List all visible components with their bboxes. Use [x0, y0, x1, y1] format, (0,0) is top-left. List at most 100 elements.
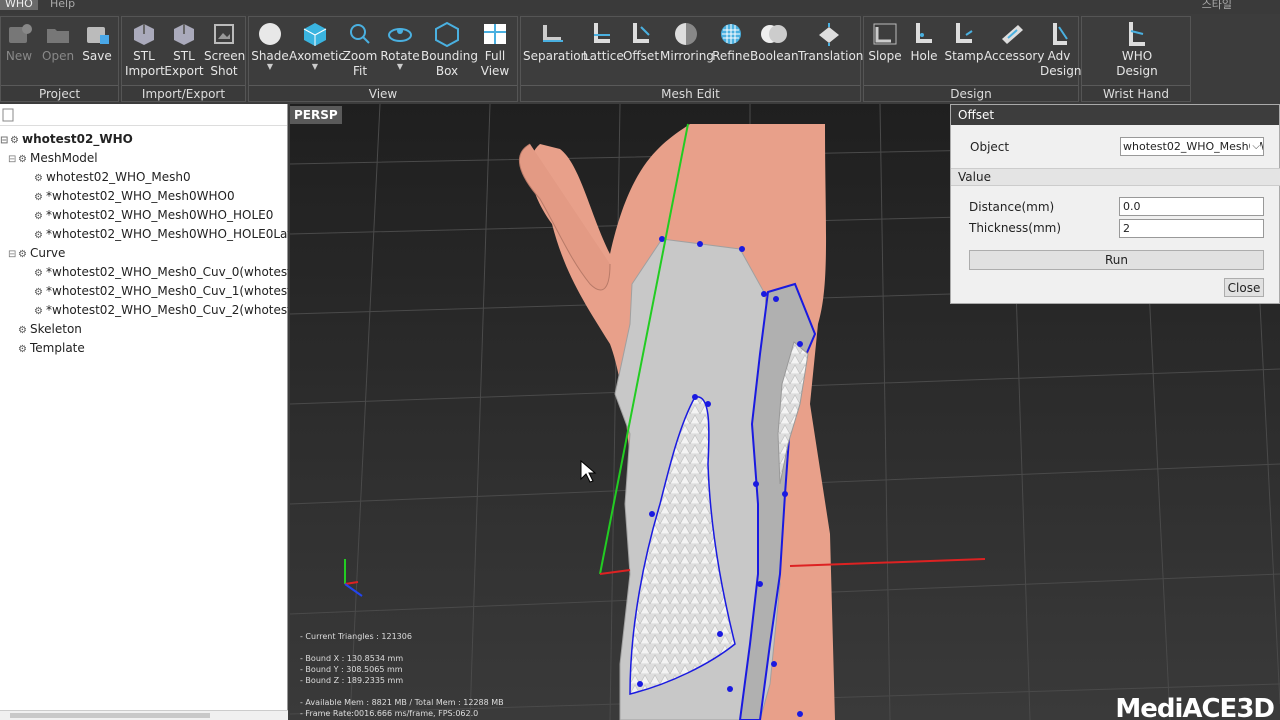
offset-dialog-title: Offset	[951, 105, 1279, 125]
view-tab-persp[interactable]: PERSP	[290, 106, 342, 124]
chevron-down-icon: ▼	[266, 62, 274, 71]
tree-toggle-icon[interactable]: ⊟	[8, 150, 18, 168]
tree-node-curve-item[interactable]: ⚙ *whotest02_WHO_Mesh0_Cuv_0(whotest02	[0, 263, 288, 282]
open-folder-icon	[47, 29, 69, 43]
stat-memory: - Available Mem : 8821 MB / Total Mem : …	[300, 698, 504, 707]
ribbon-toolbar: New Open Save Project STL Import STL Exp…	[0, 14, 1280, 117]
horizontal-scrollbar[interactable]	[0, 710, 288, 720]
tree-node-curve-item[interactable]: ⚙ *whotest02_WHO_Mesh0_Cuv_1(whotest02	[0, 282, 288, 301]
new-project-icon	[9, 24, 32, 43]
group-mesh-edit: Separation Lattice Offset Mirroring Refi…	[520, 16, 863, 102]
tree-node-curve-item[interactable]: ⚙ *whotest02_WHO_Mesh0_Cuv_2(whotest02	[0, 301, 288, 320]
node-icon: ⚙	[34, 268, 43, 279]
who-design-icon	[1129, 22, 1145, 46]
rotate-icon	[388, 28, 412, 42]
tree-toggle-icon[interactable]: ⊟	[8, 245, 18, 263]
tree-toggle-icon[interactable]: ⊟	[0, 131, 10, 149]
tree-node-skeleton[interactable]: ⚙ Skeleton	[0, 320, 288, 339]
group-title-view: View	[249, 85, 517, 101]
translation-icon	[819, 23, 839, 46]
group-title-project: Project	[1, 85, 118, 101]
new-button[interactable]: New	[4, 21, 34, 64]
boolean-icon	[761, 25, 787, 43]
group-title-wrist-hand-orthosis: Wrist Hand Orthosis	[1082, 85, 1190, 117]
object-tree: ⊟ ⚙ whotest02_WHO ⊟ ⚙ MeshModel ⚙ whotest02_W…	[0, 130, 288, 358]
accessory-button[interactable]: Accessory	[984, 21, 1044, 64]
rotate-button[interactable]: Rotate ▼	[379, 21, 421, 71]
run-button[interactable]: Run	[969, 250, 1264, 270]
tree-node-mesh[interactable]: ⚙ *whotest02_WHO_Mesh0WHO_HOLE0Latti	[0, 225, 288, 244]
mirroring-icon	[675, 23, 697, 45]
lattice-icon	[594, 23, 610, 43]
hole-button[interactable]: Hole	[906, 21, 942, 64]
screen-shot-button[interactable]: Screen Shot	[204, 21, 245, 79]
object-select[interactable]: whotest02_WHO_Mesh0WHO ⌵	[1120, 137, 1264, 156]
document-icon[interactable]	[2, 108, 14, 122]
separation-icon	[543, 25, 563, 42]
group-title-mesh-edit: Mesh Edit	[521, 85, 860, 101]
hole-icon	[916, 23, 932, 43]
stl-export-icon	[174, 24, 194, 45]
node-icon: ⚙	[18, 325, 27, 336]
thickness-field[interactable]: 2	[1119, 219, 1264, 238]
stat-bound-y: - Bound Y : 308.5065 mm	[300, 665, 403, 674]
who-design-button[interactable]: WHO Design	[1112, 21, 1162, 79]
node-icon: ⚙	[34, 287, 43, 298]
screenshot-icon	[214, 24, 234, 44]
menu-help[interactable]: Help	[50, 0, 75, 10]
tree-node-mesh[interactable]: ⚙ *whotest02_WHO_Mesh0WHO_HOLE0	[0, 206, 288, 225]
bounding-box-button[interactable]: Bounding Box	[421, 21, 478, 79]
save-button[interactable]: Save	[82, 21, 112, 64]
group-wrist-hand-orthosis: WHO Design Wrist Hand Orthosis	[1081, 16, 1191, 117]
zoom-fit-icon	[350, 24, 370, 44]
bounding-box-icon	[435, 21, 459, 47]
open-button[interactable]: Open	[42, 21, 74, 64]
stat-triangles: - Current Triangles : 121306	[300, 632, 412, 641]
scrollbar-thumb[interactable]	[10, 713, 210, 718]
mirroring-button[interactable]: Mirroring	[660, 21, 714, 64]
stl-export-button[interactable]: STL Export	[164, 21, 204, 79]
value-section-header: Value	[951, 168, 1280, 186]
menu-who[interactable]: WHO	[0, 0, 38, 10]
node-icon: ⚙	[18, 154, 27, 165]
node-icon: ⚙	[34, 173, 43, 184]
node-icon: ⚙	[18, 344, 27, 355]
distance-field[interactable]: 0.0	[1119, 197, 1264, 216]
adv-design-button[interactable]: Adv Design	[1040, 21, 1081, 79]
distance-label: Distance(mm)	[969, 200, 1055, 214]
adv-design-icon	[1053, 23, 1068, 45]
separation-button[interactable]: Separation	[523, 21, 588, 64]
stl-import-button[interactable]: STL Import	[125, 21, 165, 79]
tree-root[interactable]: ⊟ ⚙ whotest02_WHO	[0, 130, 288, 149]
shade-button[interactable]: Shade ▼	[251, 21, 289, 71]
close-button[interactable]: Close	[1224, 278, 1264, 297]
tree-node-mesh[interactable]: ⚙ *whotest02_WHO_Mesh0WHO0	[0, 187, 288, 206]
brand-logo: MediACE3D	[1115, 694, 1275, 720]
tree-node-curve[interactable]: ⊟ ⚙ Curve	[0, 244, 288, 263]
tree-node-meshmodel[interactable]: ⊟ ⚙ MeshModel	[0, 149, 288, 168]
object-label: Object	[970, 140, 1010, 154]
node-icon: ⚙	[34, 230, 43, 241]
node-icon: ⚙	[34, 192, 43, 203]
chevron-down-icon: ▼	[311, 62, 319, 71]
boolean-button[interactable]: Boolean	[750, 21, 799, 64]
stamp-button[interactable]: Stamp	[944, 21, 984, 64]
menu-bar: WHO Help 스타일	[0, 0, 1280, 14]
axometic-button[interactable]: Axometic ▼	[289, 21, 345, 71]
skin-selector[interactable]: 스타일	[1202, 0, 1232, 12]
offset-button[interactable]: Offset	[622, 21, 660, 64]
group-title-design: Design	[864, 85, 1078, 101]
lattice-button[interactable]: Lattice	[583, 21, 624, 64]
stat-frame-rate: - Frame Rate:0016.666 ms/frame, FPS:062.…	[300, 709, 479, 718]
full-view-button[interactable]: Full View	[475, 21, 515, 79]
axometric-cube-icon	[303, 23, 327, 46]
refine-button[interactable]: Refine	[712, 21, 750, 64]
stamp-icon	[956, 23, 973, 43]
translation-button[interactable]: Translation	[798, 21, 863, 64]
slope-button[interactable]: Slope	[866, 21, 904, 64]
node-icon: ⚙	[18, 249, 27, 260]
zoom-fit-button[interactable]: Zoom Fit	[341, 21, 379, 79]
save-icon	[87, 27, 109, 44]
tree-node-template[interactable]: ⚙ Template	[0, 339, 288, 358]
tree-node-mesh[interactable]: ⚙ whotest02_WHO_Mesh0	[0, 168, 288, 187]
